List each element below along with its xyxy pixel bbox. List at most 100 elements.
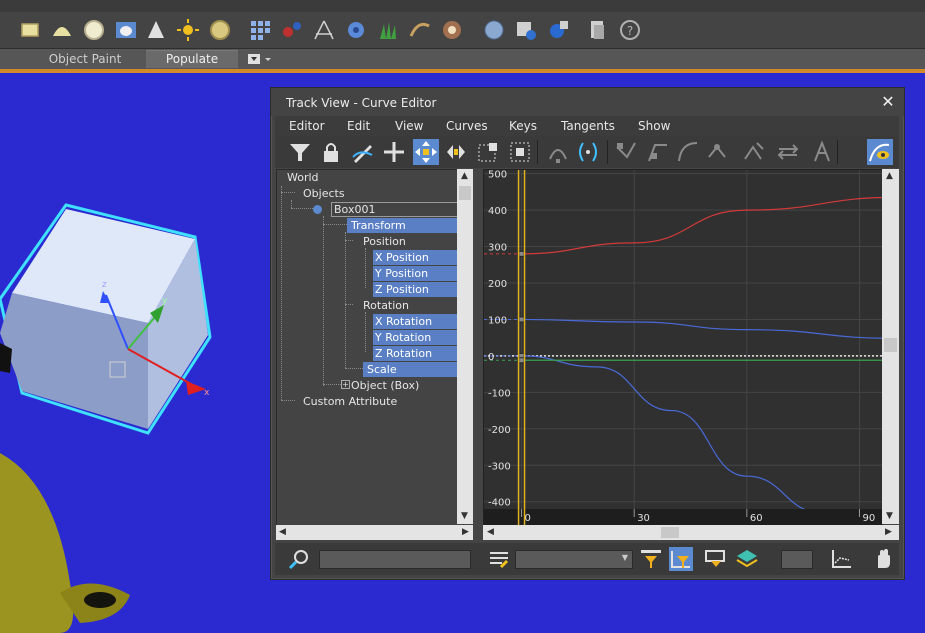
tangent-smooth-icon[interactable] bbox=[809, 139, 835, 165]
graph-hscroll-thumb[interactable] bbox=[661, 527, 679, 538]
slide-keys-icon[interactable] bbox=[443, 139, 469, 165]
grass-icon[interactable] bbox=[376, 18, 400, 42]
tree-item-z-position[interactable]: Z Position bbox=[373, 282, 461, 297]
pencil-icon[interactable] bbox=[350, 139, 376, 165]
tangent-step-icon[interactable] bbox=[741, 139, 767, 165]
curve-graph[interactable]: 500 400 300 200 100 0 -100 -200 -300 -400 0 30 60 90 bbox=[483, 169, 883, 526]
tripod-icon[interactable] bbox=[312, 18, 336, 42]
scroll-right-icon[interactable]: ▶ bbox=[462, 525, 469, 539]
menu-curves[interactable]: Curves bbox=[446, 119, 488, 133]
pattern-icon[interactable] bbox=[440, 18, 464, 42]
toolbar-top-strip bbox=[0, 0, 925, 12]
tree-item-y-rotation[interactable]: Y Rotation bbox=[373, 330, 461, 345]
value-field[interactable] bbox=[781, 550, 813, 569]
lock-icon[interactable] bbox=[318, 139, 344, 165]
scale-keys-icon[interactable] bbox=[475, 139, 501, 165]
tree-item-position[interactable]: Position bbox=[363, 234, 406, 249]
globe-icon[interactable] bbox=[482, 18, 506, 42]
sphere-yellow-icon[interactable] bbox=[208, 18, 232, 42]
tree-connector bbox=[323, 384, 341, 385]
menu-tangents[interactable]: Tangents bbox=[561, 119, 615, 133]
list-icon[interactable] bbox=[487, 547, 511, 571]
scroll-down-icon[interactable]: ▼ bbox=[461, 509, 468, 523]
pan-icon[interactable] bbox=[871, 547, 895, 571]
tree-connector bbox=[345, 304, 353, 305]
tangent-auto-icon[interactable] bbox=[613, 139, 639, 165]
graph-icon[interactable] bbox=[829, 547, 853, 571]
tree-item-z-rotation[interactable]: Z Rotation bbox=[373, 346, 461, 361]
cycle-icon[interactable] bbox=[575, 139, 601, 165]
layer-icon[interactable] bbox=[735, 547, 759, 571]
sun-icon[interactable] bbox=[176, 18, 200, 42]
tree-scroll-thumb[interactable] bbox=[459, 186, 471, 200]
tab-populate[interactable]: Populate bbox=[146, 50, 238, 68]
scroll-up-icon[interactable]: ▲ bbox=[461, 169, 468, 183]
box-icon[interactable] bbox=[18, 18, 42, 42]
move-keys-icon[interactable] bbox=[413, 139, 439, 165]
tree-vertical-scrollbar[interactable]: ▲ ▼ bbox=[457, 169, 473, 524]
graph-scroll-thumb[interactable] bbox=[884, 338, 897, 352]
graph-horizontal-scrollbar[interactable]: ◀ ▶ bbox=[483, 525, 899, 540]
expand-plus-icon[interactable]: + bbox=[341, 380, 350, 389]
search-field[interactable] bbox=[319, 550, 471, 569]
gear-icon[interactable] bbox=[344, 18, 368, 42]
scroll-right-icon[interactable]: ▶ bbox=[885, 525, 892, 539]
grid-icon[interactable] bbox=[248, 18, 272, 42]
menu-editor[interactable]: Editor bbox=[289, 119, 325, 133]
tree-item-world[interactable]: World bbox=[287, 170, 319, 185]
cone-icon[interactable] bbox=[144, 18, 168, 42]
tree-item-scale[interactable]: Scale bbox=[363, 362, 463, 377]
title-bar[interactable]: Track View - Curve Editor ✕ bbox=[271, 88, 904, 116]
menu-keys[interactable]: Keys bbox=[509, 119, 537, 133]
curve-line bbox=[521, 318, 882, 339]
hair-icon[interactable] bbox=[408, 18, 432, 42]
menu-show[interactable]: Show bbox=[638, 119, 670, 133]
add-key-icon[interactable] bbox=[381, 139, 407, 165]
tab-object-paint[interactable]: Object Paint bbox=[30, 50, 140, 68]
render-icon[interactable] bbox=[546, 18, 570, 42]
curve-graph-svg[interactable]: 500 400 300 200 100 0 -100 -200 -300 -400 0 30 60 90 bbox=[484, 170, 882, 525]
filter-active-icon[interactable] bbox=[669, 547, 693, 571]
show-tangents-icon[interactable] bbox=[867, 139, 893, 165]
zoom-icon[interactable] bbox=[287, 547, 311, 571]
scroll-left-icon[interactable]: ◀ bbox=[279, 525, 286, 539]
teapot-icon[interactable] bbox=[114, 18, 138, 42]
tree-item-box001[interactable]: Box001 bbox=[331, 202, 459, 217]
tangent-slow-icon[interactable] bbox=[705, 139, 731, 165]
document-icon[interactable] bbox=[586, 18, 610, 42]
scroll-up-icon[interactable]: ▲ bbox=[886, 169, 893, 183]
display-selector-dropdown[interactable]: ▼ bbox=[515, 550, 633, 569]
ribbon-options-dropdown[interactable] bbox=[247, 53, 273, 65]
tree-item-objects[interactable]: Objects bbox=[303, 186, 345, 201]
tree-item-x-position[interactable]: X Position bbox=[373, 250, 461, 265]
tree-item-object-box[interactable]: Object (Box) bbox=[351, 378, 419, 393]
tangent-linear-icon[interactable] bbox=[775, 139, 801, 165]
filter-icon[interactable] bbox=[287, 139, 313, 165]
tangent-custom-icon[interactable] bbox=[645, 139, 671, 165]
controller-tree[interactable]: World Objects Box001 Transform Position … bbox=[276, 169, 464, 526]
help-icon[interactable]: ? bbox=[618, 18, 642, 42]
frame-icon[interactable] bbox=[703, 547, 727, 571]
tree-item-transform[interactable]: Transform bbox=[347, 218, 463, 233]
dome-icon[interactable] bbox=[50, 18, 74, 42]
tree-item-custom-attribute[interactable]: Custom Attribute bbox=[303, 394, 397, 409]
tree-horizontal-scrollbar[interactable]: ◀ ▶ bbox=[276, 525, 473, 540]
tree-connector bbox=[345, 240, 353, 241]
tree-item-y-position[interactable]: Y Position bbox=[373, 266, 461, 281]
tree-item-x-rotation[interactable]: X Rotation bbox=[373, 314, 461, 329]
close-icon[interactable]: ✕ bbox=[879, 93, 897, 111]
unlink-icon[interactable] bbox=[545, 139, 571, 165]
menu-view[interactable]: View bbox=[395, 119, 423, 133]
render-setup-icon[interactable] bbox=[514, 18, 538, 42]
tangent-fast-icon[interactable] bbox=[675, 139, 701, 165]
time-ruler[interactable] bbox=[484, 509, 882, 525]
scroll-down-icon[interactable]: ▼ bbox=[886, 509, 893, 523]
scroll-left-icon[interactable]: ◀ bbox=[487, 525, 494, 539]
box-object[interactable] bbox=[0, 203, 212, 435]
sphere-icon[interactable] bbox=[82, 18, 106, 42]
filter-selected-icon[interactable] bbox=[639, 547, 663, 571]
tree-item-rotation[interactable]: Rotation bbox=[363, 298, 409, 313]
molecule-icon[interactable] bbox=[280, 18, 304, 42]
scale-values-icon[interactable] bbox=[507, 139, 533, 165]
menu-edit[interactable]: Edit bbox=[347, 119, 370, 133]
